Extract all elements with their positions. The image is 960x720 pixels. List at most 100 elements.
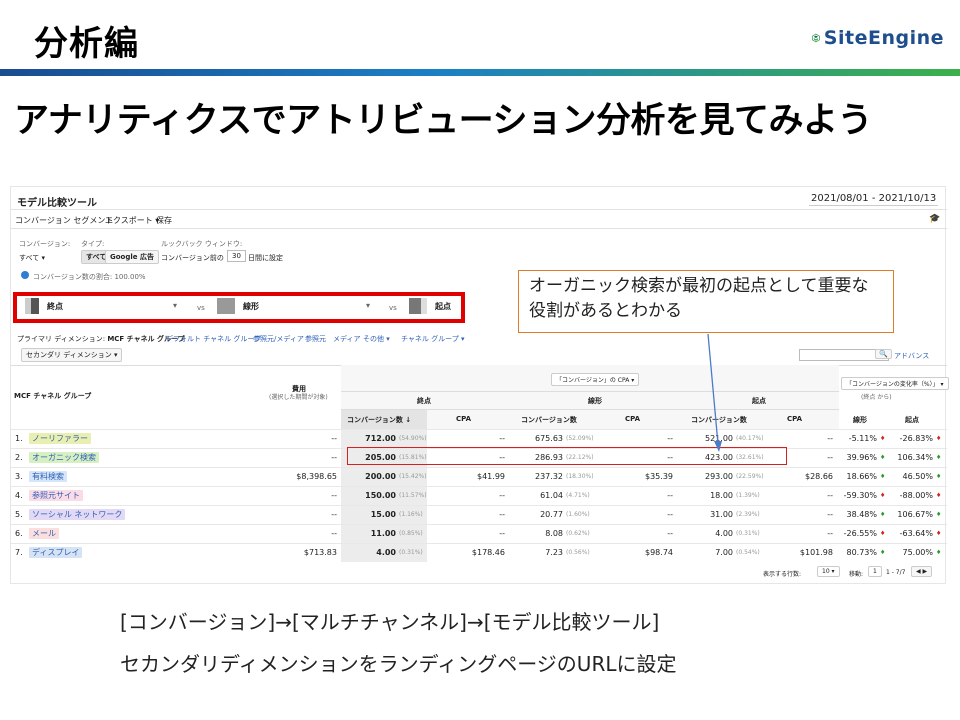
group-header-model2: 線形: [588, 397, 602, 405]
group-header-model1: 終点: [417, 397, 431, 405]
model2-icon: [217, 298, 235, 314]
main-title: アナリティクスでアトリビューション分析を見てみよう: [14, 101, 872, 141]
up-arrow-icon: ♦: [936, 454, 942, 461]
conv-model1: 150.00: [365, 491, 396, 500]
conv-share-model1: (15.42%): [399, 473, 427, 480]
change-model1: 80.73%: [846, 548, 877, 557]
change-model2: 46.50%: [902, 472, 933, 481]
table-row: 3. 有料検索 $8,398.65 200.00 (15.42%) $41.99 237.3…: [11, 467, 947, 486]
type-label: タイプ:: [81, 240, 105, 248]
down-arrow-icon: ♦: [880, 435, 886, 442]
col-cpa-1[interactable]: CPA: [456, 415, 471, 423]
cpa-model3: --: [827, 529, 833, 538]
up-arrow-icon: ♦: [936, 511, 942, 518]
cpa-dropdown[interactable]: 「コンバージョン」の CPA ▾: [551, 373, 640, 386]
date-range[interactable]: 2021/08/01 - 2021/10/13: [809, 192, 939, 206]
conv-model2: 20.77: [540, 510, 563, 519]
model2-dropdown-icon[interactable]: ▾: [366, 301, 370, 310]
search-icon[interactable]: 🔍: [875, 349, 892, 359]
type-ads-button[interactable]: Google 広告: [105, 250, 159, 264]
change-model2: 75.00%: [902, 548, 933, 557]
channel-name[interactable]: ノーリファラー: [29, 433, 91, 444]
conv-model2: 8.08: [545, 529, 563, 538]
channel-name[interactable]: 有料検索: [29, 471, 67, 482]
share-dot-icon: [21, 271, 29, 279]
prev-page-button[interactable]: ◀ ▶: [911, 566, 933, 577]
col-conv-3[interactable]: コンバージョン数: [691, 415, 747, 425]
col-conv-2[interactable]: コンバージョン数: [521, 415, 577, 425]
conv-share-model1: (1.16%): [399, 511, 423, 518]
change-model2: -63.64%: [899, 529, 933, 538]
model3-name[interactable]: 起点: [435, 301, 451, 312]
logo: SiteEngine: [812, 20, 944, 56]
table-row: 1. ノーリファラー -- 712.00 (54.90%) -- 675.63 (52.09%…: [11, 429, 947, 448]
cpa-model1: --: [499, 510, 505, 519]
conv-share-model1: (54.90%): [399, 435, 427, 442]
conv-model2: 675.63: [535, 434, 563, 443]
cost-value: --: [331, 434, 337, 443]
change-model2: -26.83%: [899, 434, 933, 443]
model2-name[interactable]: 線形: [243, 301, 259, 312]
dim-other[interactable]: その他 ▾: [363, 334, 390, 344]
secondary-dimension-button[interactable]: セカンダリ ディメンション ▾: [21, 348, 123, 362]
col-change-model2[interactable]: 起点: [905, 415, 919, 425]
dim-default-channel[interactable]: デフォルト チャネル グループ: [166, 334, 261, 344]
col-change-model1[interactable]: 線形: [853, 415, 867, 425]
lookback-days-input[interactable]: 30: [227, 250, 246, 262]
toolbar-segments[interactable]: コンバージョン セグメント: [15, 215, 113, 226]
dim-channel-group[interactable]: チャネル グループ ▾: [401, 334, 464, 344]
change-sub-label: (終点 から): [861, 394, 892, 401]
up-arrow-icon: ♦: [880, 473, 886, 480]
model1-dropdown-icon[interactable]: ▾: [173, 301, 177, 310]
conv-share-model3: (40.17%): [736, 435, 764, 442]
channel-name[interactable]: メール: [29, 528, 59, 539]
change-model2: 106.34%: [897, 453, 933, 462]
dim-source[interactable]: 参照元: [305, 334, 326, 344]
page-input[interactable]: 1: [868, 566, 882, 577]
rows-select[interactable]: 10 ▾: [817, 566, 840, 577]
cost-value: --: [331, 491, 337, 500]
col-cpa-2[interactable]: CPA: [625, 415, 640, 423]
change-model2: -88.00%: [899, 491, 933, 500]
cpa-model2: --: [667, 529, 673, 538]
change-dropdown[interactable]: 「コンバージョンの変化率（%）」 ▾: [841, 377, 949, 390]
cost-value: --: [331, 453, 337, 462]
cpa-model2: $98.74: [645, 548, 673, 557]
toolbar-save[interactable]: 保存: [156, 215, 172, 226]
conv-share-model3: (22.59%): [736, 473, 764, 480]
conv-share-model2: (0.56%): [566, 549, 590, 556]
conversion-select[interactable]: すべて ▾: [19, 253, 45, 263]
channel-name[interactable]: 参照元サイト: [29, 490, 83, 501]
toolbar-export[interactable]: エクスポート ▾: [105, 215, 159, 226]
col-cpa-3[interactable]: CPA: [787, 415, 802, 423]
channel-name[interactable]: オーガニック検索: [29, 452, 99, 463]
row-number: 2.: [15, 453, 23, 462]
analytics-screenshot: モデル比較ツール 2021/08/01 - 2021/10/13 コンバージョン…: [10, 186, 949, 584]
model1-name[interactable]: 終点: [47, 301, 63, 312]
graduation-cap-icon[interactable]: 🎓: [929, 214, 940, 224]
table-row: 6. メール -- 11.00 (0.85%) -- 8.08 (0.62%) -- 4.00 (0…: [11, 524, 947, 543]
model-selector-highlight: [13, 292, 465, 323]
channel-name[interactable]: ソーシャル ネットワーク: [29, 509, 126, 520]
lookback-suffix: 日間に設定: [248, 254, 283, 262]
cpa-model1: $178.46: [471, 548, 505, 557]
row-number: 1.: [15, 434, 23, 443]
col-conv-1[interactable]: コンバージョン数 ↓: [347, 415, 411, 425]
conv-share-model1: (0.31%): [399, 549, 423, 556]
channel-name[interactable]: ディスプレイ: [29, 547, 83, 558]
cpa-model2: --: [667, 510, 673, 519]
cpa-model3: --: [827, 491, 833, 500]
dim-medium[interactable]: メディア: [333, 334, 361, 344]
pager-label: 表示する行数:: [763, 571, 802, 578]
table-row: 5. ソーシャル ネットワーク -- 15.00 (1.16%) -- 20.77 (1.60…: [11, 505, 947, 524]
conv-model3: 521.00: [705, 434, 733, 443]
conv-share-model1: (0.85%): [399, 530, 423, 537]
conversion-label: コンバージョン:: [19, 240, 71, 248]
change-model1: -26.55%: [843, 529, 877, 538]
dim-source-medium[interactable]: 参照元/メディア: [253, 334, 304, 344]
down-arrow-icon: ♦: [880, 530, 886, 537]
cpa-model2: $35.39: [645, 472, 673, 481]
advanced-link[interactable]: アドバンス: [894, 351, 929, 361]
header-band: [0, 69, 960, 76]
cpa-model3: $28.66: [805, 472, 833, 481]
